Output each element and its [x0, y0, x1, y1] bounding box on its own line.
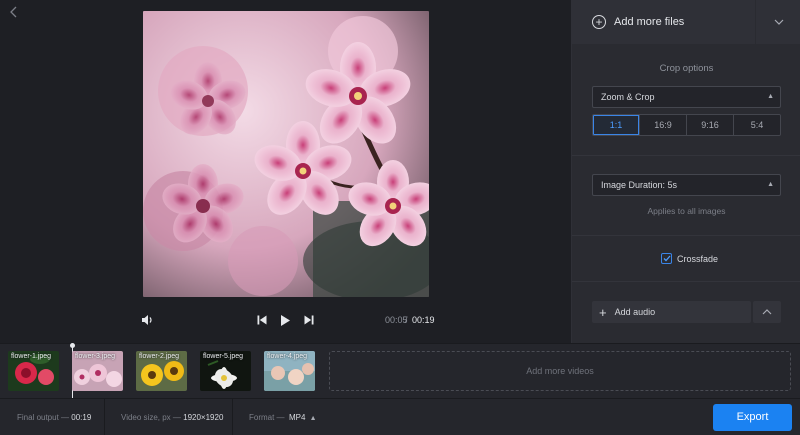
format-select[interactable]: Format — MP4 ▲	[249, 399, 317, 435]
crop-options-section: Crop options Zoom & Crop ▲ 1:1 16:9 9:16…	[572, 44, 800, 156]
video-size-info: Video size, px — 1920×1920	[121, 399, 223, 435]
crop-mode-value: Zoom & Crop	[601, 92, 655, 102]
play-button[interactable]	[277, 312, 293, 328]
volume-icon	[142, 315, 152, 325]
duration-section: Image Duration: 5s ▲ Applies to all imag…	[572, 156, 800, 236]
divider	[232, 399, 233, 435]
crossfade-section: Crossfade	[572, 236, 800, 282]
timeline-clip[interactable]: flower-5.jpeg	[200, 351, 251, 391]
divider	[104, 399, 105, 435]
final-output-info: Final output — 00:19	[17, 399, 91, 435]
format-value: MP4	[289, 413, 306, 422]
play-icon	[281, 314, 290, 326]
skip-back-icon	[257, 315, 267, 325]
bottom-bar: Final output — 00:19 Video size, px — 19…	[0, 398, 800, 435]
time-separator: /	[405, 315, 408, 325]
video-size-value: 1920×1920	[183, 413, 224, 422]
timeline-clip[interactable]: flower-3.jpeg	[72, 351, 123, 391]
clip-label: flower-5.jpeg	[203, 353, 244, 360]
ratio-5-4[interactable]: 5:4	[734, 115, 780, 135]
preview-image	[143, 11, 429, 297]
add-files-dropdown-button[interactable]	[756, 0, 800, 44]
previous-button[interactable]	[254, 312, 270, 328]
skip-forward-icon	[304, 315, 314, 325]
back-button[interactable]	[6, 4, 22, 20]
select-arrows-icon: ▲	[767, 93, 774, 100]
add-audio-label: Add audio	[614, 307, 656, 317]
player-controls: 00:05 / 00:19	[0, 306, 571, 334]
checkmark-icon	[663, 255, 670, 262]
crossfade-label: Crossfade	[677, 253, 719, 264]
plus-icon: +	[599, 304, 607, 320]
export-button[interactable]: Export	[713, 404, 792, 431]
select-arrows-icon: ▲	[307, 415, 317, 422]
ratio-9-16[interactable]: 9:16	[687, 115, 734, 135]
clip-label: flower-4.jpeg	[267, 353, 308, 360]
image-duration-select[interactable]: Image Duration: 5s ▲	[592, 174, 781, 196]
video-size-label: Video size, px —	[121, 413, 181, 422]
playhead-handle[interactable]	[70, 343, 75, 348]
volume-button[interactable]	[139, 312, 155, 328]
chevron-left-icon	[10, 6, 17, 18]
clip-label: flower-3.jpeg	[75, 353, 116, 360]
clip-label: flower-1.jpeg	[11, 353, 52, 360]
timeline: flower-1.jpeg flower-3.jpeg flower-2.jpe…	[0, 343, 800, 399]
image-duration-value: Image Duration: 5s	[601, 180, 678, 190]
plus-circle-icon: +	[592, 15, 606, 29]
timeline-clip[interactable]: flower-4.jpeg	[264, 351, 315, 391]
final-output-value: 00:19	[71, 413, 92, 422]
ratio-1-1[interactable]: 1:1	[593, 115, 640, 135]
duration-note: Applies to all images	[647, 206, 726, 216]
add-more-videos-dropzone[interactable]: Add more videos	[329, 351, 791, 391]
total-time: 00:19	[412, 315, 435, 325]
settings-panel: + Add more files Crop options Zoom & Cro…	[571, 0, 800, 343]
select-arrows-icon: ▲	[767, 181, 774, 188]
preview-area: 00:05 / 00:19	[0, 0, 571, 343]
add-more-files-button[interactable]: + Add more files	[572, 0, 755, 44]
clip-label: flower-2.jpeg	[139, 353, 180, 360]
aspect-ratio-group: 1:1 16:9 9:16 5:4	[592, 114, 781, 136]
add-audio-button[interactable]: + Add audio	[592, 301, 751, 323]
ratio-16-9[interactable]: 16:9	[640, 115, 687, 135]
timeline-clip[interactable]: flower-2.jpeg	[136, 351, 187, 391]
crossfade-checkbox[interactable]	[661, 253, 672, 264]
chevron-down-icon	[774, 19, 783, 25]
add-more-files-label: Add more files	[614, 16, 685, 28]
timeline-clip[interactable]: flower-1.jpeg	[8, 351, 59, 391]
audio-expand-button[interactable]	[753, 301, 781, 323]
chevron-up-icon	[762, 309, 772, 315]
crop-options-title: Crop options	[659, 63, 714, 74]
format-label: Format —	[249, 413, 285, 422]
crop-mode-select[interactable]: Zoom & Crop ▲	[592, 86, 781, 108]
crossfade-toggle[interactable]: Crossfade	[661, 253, 718, 264]
next-button[interactable]	[301, 312, 317, 328]
final-output-label: Final output —	[17, 413, 70, 422]
audio-section: + Add audio	[572, 282, 800, 343]
